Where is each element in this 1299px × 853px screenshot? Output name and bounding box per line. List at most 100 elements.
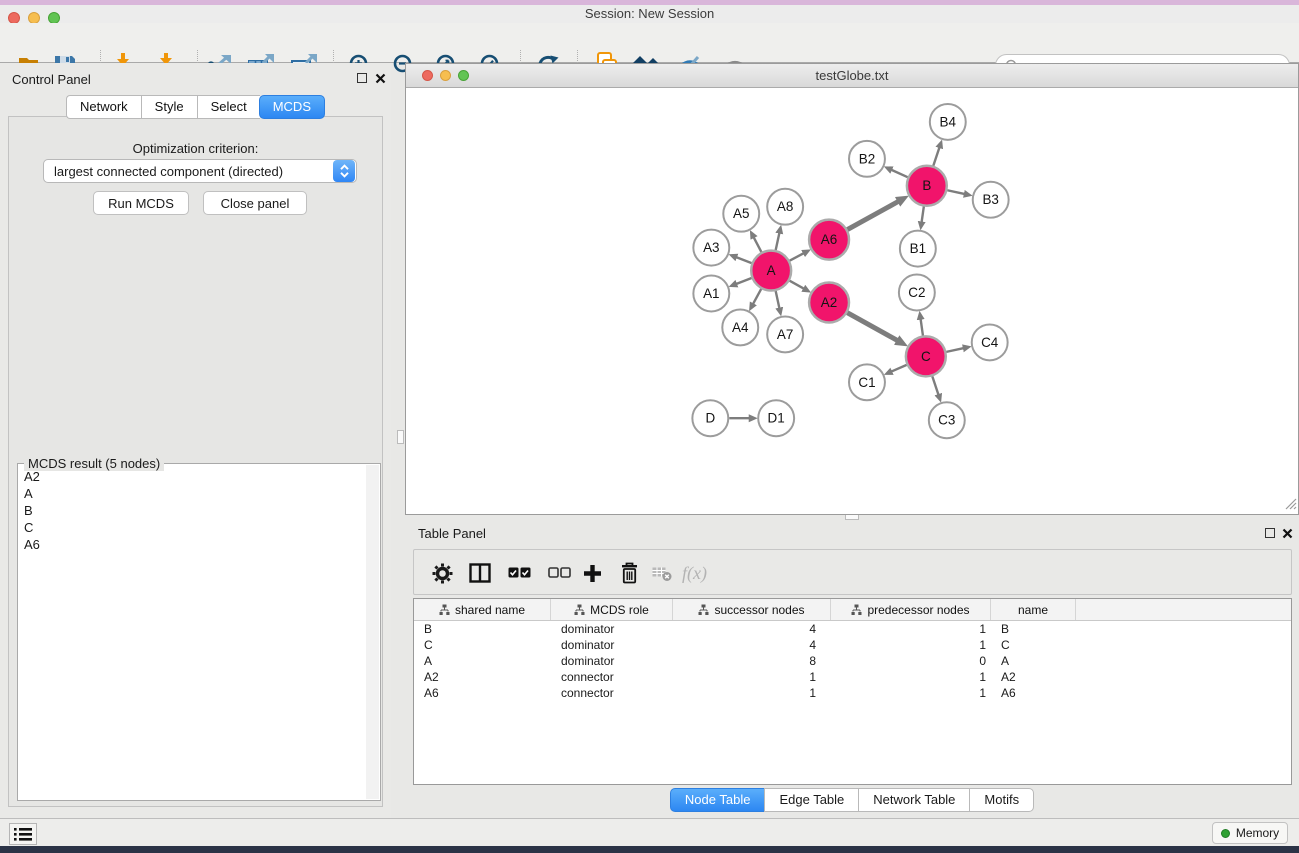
table-cell[interactable]: dominator: [551, 637, 673, 653]
select-all-icon[interactable]: [508, 561, 531, 585]
graph-edge-C-C4[interactable]: [946, 348, 963, 352]
result-scrollbar[interactable]: [366, 465, 379, 799]
tab-mcds[interactable]: MCDS: [259, 95, 325, 119]
column-header-predecessor-nodes[interactable]: predecessor nodes: [831, 599, 991, 620]
graph-node-C1[interactable]: C1: [849, 364, 885, 400]
graph-node-B3[interactable]: B3: [973, 182, 1009, 218]
graph-node-A2[interactable]: A2: [809, 283, 849, 323]
table-cell[interactable]: 1: [831, 621, 991, 637]
optimization-criterion-select[interactable]: largest connected component (directed): [43, 159, 357, 183]
table-cell[interactable]: 4: [673, 621, 831, 637]
table-cell[interactable]: connector: [551, 685, 673, 701]
table-cell[interactable]: connector: [551, 669, 673, 685]
add-icon[interactable]: [583, 561, 602, 585]
graph-edge-B-B3[interactable]: [947, 190, 964, 194]
table-row-A6[interactable]: A6connector11A6: [414, 685, 1291, 701]
graph-edge-A2-C[interactable]: [847, 313, 897, 341]
resize-grip-icon[interactable]: [1283, 496, 1297, 513]
graph-node-C2[interactable]: C2: [899, 275, 935, 311]
float-panel-icon[interactable]: [357, 73, 367, 83]
table-close-panel-icon[interactable]: [1282, 528, 1293, 539]
graph-edge-B-B1[interactable]: [922, 207, 924, 222]
mcds-result-item[interactable]: C: [18, 519, 366, 536]
table-cell[interactable]: A6: [991, 685, 1076, 701]
graph-node-A6[interactable]: A6: [809, 220, 849, 260]
mcds-result-item[interactable]: B: [18, 502, 366, 519]
table-cell[interactable]: 1: [831, 669, 991, 685]
table-row-A2[interactable]: A2connector11A2: [414, 669, 1291, 685]
function-builder-icon[interactable]: f(x): [682, 561, 707, 585]
run-mcds-button[interactable]: Run MCDS: [93, 191, 189, 215]
column-header-successor-nodes[interactable]: successor nodes: [673, 599, 831, 620]
panel-list-button[interactable]: [9, 823, 37, 845]
graph-edge-A-A1[interactable]: [736, 278, 751, 284]
table-cell[interactable]: 4: [673, 637, 831, 653]
column-header-name[interactable]: name: [991, 599, 1076, 620]
table-cell[interactable]: 1: [673, 685, 831, 701]
graph-node-B[interactable]: B: [907, 166, 947, 206]
table-row-B[interactable]: Bdominator41B: [414, 621, 1291, 637]
table-cell[interactable]: B: [991, 621, 1076, 637]
graph-edge-A-A4[interactable]: [753, 289, 761, 304]
graph-node-C3[interactable]: C3: [929, 402, 965, 438]
graph-node-C[interactable]: C: [906, 336, 946, 376]
graph-edge-A6-B[interactable]: [847, 202, 898, 230]
graph-node-A1[interactable]: A1: [693, 276, 729, 312]
delete-icon[interactable]: [620, 561, 639, 585]
gear-icon[interactable]: [432, 561, 453, 585]
table-cell[interactable]: 8: [673, 653, 831, 669]
graph-edge-A-A7[interactable]: [776, 291, 780, 308]
tab-style[interactable]: Style: [141, 95, 197, 119]
mcds-result-item[interactable]: A6: [18, 536, 366, 553]
table-cell[interactable]: dominator: [551, 653, 673, 669]
graph-edge-C-C2[interactable]: [921, 319, 923, 335]
delete-table-icon[interactable]: [652, 561, 672, 585]
table-cell[interactable]: dominator: [551, 621, 673, 637]
column-icon[interactable]: [469, 561, 491, 585]
graph-edge-A-A3[interactable]: [736, 257, 751, 263]
graph-edge-C-C3[interactable]: [932, 376, 938, 394]
table-cell[interactable]: A: [414, 653, 551, 669]
table-cell[interactable]: 1: [831, 685, 991, 701]
tab-node-table[interactable]: Node Table: [670, 788, 765, 812]
graph-edge-A-A8[interactable]: [776, 233, 780, 250]
close-panel-button[interactable]: Close panel: [203, 191, 307, 215]
table-cell[interactable]: B: [414, 621, 551, 637]
column-header-MCDS-role[interactable]: MCDS role: [551, 599, 673, 620]
graph-node-A7[interactable]: A7: [767, 316, 803, 352]
graph-node-D1[interactable]: D1: [758, 400, 794, 436]
graph-edge-A-A6[interactable]: [790, 253, 804, 260]
table-cell[interactable]: A2: [414, 669, 551, 685]
graph-node-B2[interactable]: B2: [849, 141, 885, 177]
graph-node-B4[interactable]: B4: [930, 104, 966, 140]
graph-edge-C-C1[interactable]: [892, 365, 907, 372]
mcds-result-item[interactable]: A2: [18, 468, 366, 485]
table-cell[interactable]: A2: [991, 669, 1076, 685]
graph-edge-A-A2[interactable]: [790, 281, 804, 289]
table-row-C[interactable]: Cdominator41C: [414, 637, 1291, 653]
graph-edge-B-B4[interactable]: [933, 148, 939, 166]
graph-edge-A-A5[interactable]: [754, 238, 762, 252]
network-window-titlebar[interactable]: testGlobe.txt: [406, 64, 1298, 88]
graph-node-C4[interactable]: C4: [972, 324, 1008, 360]
table-cell[interactable]: C: [414, 637, 551, 653]
column-header-shared-name[interactable]: shared name: [414, 599, 551, 620]
table-cell[interactable]: 1: [673, 669, 831, 685]
table-cell[interactable]: 0: [831, 653, 991, 669]
network-canvas[interactable]: B4B2BB3A8A5A6B1A3AA1C2A2A4A7C4CC1DD1C3: [406, 88, 1298, 514]
graph-node-A4[interactable]: A4: [722, 309, 758, 345]
table-row-A[interactable]: Adominator80A: [414, 653, 1291, 669]
vertical-split-handle[interactable]: [397, 430, 404, 444]
table-cell[interactable]: C: [991, 637, 1076, 653]
table-cell[interactable]: A6: [414, 685, 551, 701]
tab-edge-table[interactable]: Edge Table: [764, 788, 858, 812]
mcds-result-item[interactable]: A: [18, 485, 366, 502]
table-cell[interactable]: A: [991, 653, 1076, 669]
memory-button[interactable]: Memory: [1212, 822, 1288, 844]
table-cell[interactable]: 1: [831, 637, 991, 653]
tab-motifs[interactable]: Motifs: [969, 788, 1034, 812]
graph-edge-B-B2[interactable]: [892, 170, 908, 177]
graph-node-B1[interactable]: B1: [900, 231, 936, 267]
graph-node-A3[interactable]: A3: [693, 230, 729, 266]
close-panel-icon[interactable]: [375, 73, 386, 84]
